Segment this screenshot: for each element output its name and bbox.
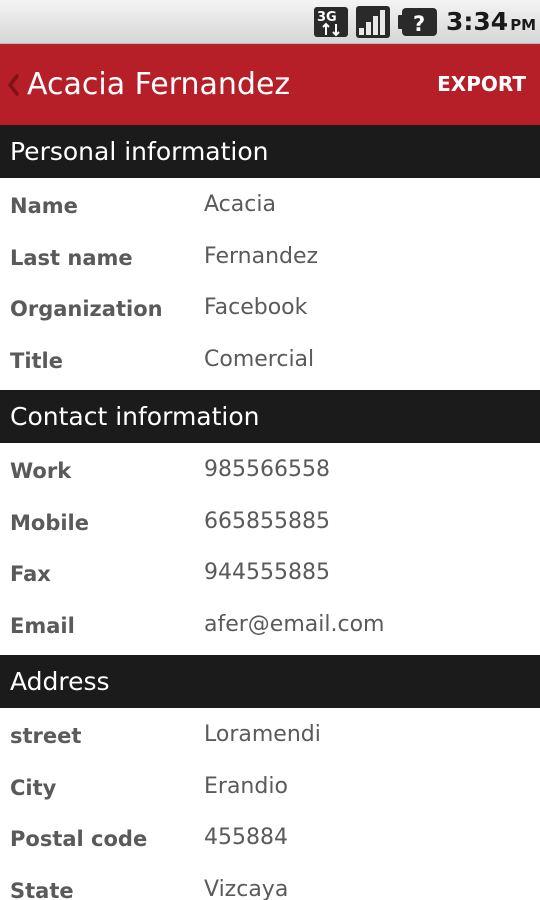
section-header-contact: Contact information [0,390,540,443]
field-value: 455884 [204,825,288,850]
field-row-postal-code: Postal code 455884 [0,814,540,866]
field-label: street [10,724,82,748]
field-row-state: State Vizcaya [0,866,540,900]
field-row-street: street Loramendi [0,711,540,763]
status-bar: 3G ? 3:34 PM [0,0,540,44]
field-label: Postal code [10,827,148,851]
section-header-address: Address [0,655,540,708]
field-row-title: Title Comercial [0,336,540,388]
field-label: City [10,775,57,800]
field-value: Acacia [204,192,276,217]
field-value[interactable]: afer@email.com [204,599,384,650]
field-value[interactable]: 944555885 [204,547,330,598]
field-label: Title [10,348,64,373]
field-row-email[interactable]: Email afer@email.com [0,601,540,653]
page-title: Acacia Fernandez [27,67,291,102]
contact-fields: Work 985566558 Mobile 665855885 Fax 9445… [0,443,540,655]
field-label: Fax [10,562,51,586]
chevron-left-icon[interactable] [6,74,20,96]
field-row-organization: Organization Facebook [0,284,540,336]
field-row-last-name: Last name Fernandez [0,233,540,285]
signal-strength-icon [356,6,390,38]
field-value: Loramendi [204,722,321,747]
field-label: Name [10,194,78,218]
field-row-name: Name Acacia [0,181,540,233]
field-row-mobile[interactable]: Mobile 665855885 [0,498,540,550]
battery-unknown-icon: ? [398,8,437,36]
field-value[interactable]: 665855885 [204,496,330,547]
contact-detail: Personal information Name Acacia Last na… [0,125,540,900]
field-row-work[interactable]: Work 985566558 [0,446,540,498]
screen: 3G ? 3:34 PM Acacia Fernandez EXPORT Pers [0,0,540,900]
field-label: Last name [10,245,133,270]
field-label: Mobile [10,510,89,535]
field-value: Comercial [204,346,315,372]
svg-text:?: ? [413,12,425,36]
field-label: Organization [10,297,163,321]
export-button[interactable]: EXPORT [437,44,526,125]
3g-data-icon: 3G [314,7,348,37]
field-value: Vizcaya [204,876,289,900]
field-label: Email [10,613,75,638]
field-value: Fernandez [204,243,319,269]
field-label: Work [10,459,72,483]
field-label: State [10,878,74,900]
personal-fields: Name Acacia Last name Fernandez Organiza… [0,178,540,390]
svg-text:3G: 3G [317,10,337,25]
field-row-fax[interactable]: Fax 944555885 [0,549,540,601]
field-value: Erandio [204,773,288,799]
clock-ampm: PM [510,16,537,34]
app-header: Acacia Fernandez EXPORT [0,44,540,125]
address-fields: street Loramendi City Erandio Postal cod… [0,708,540,900]
section-header-personal: Personal information [0,125,540,178]
clock-time: 3:34 [446,7,509,36]
status-clock: 3:34 PM [446,6,536,38]
field-row-city: City Erandio [0,763,540,815]
field-value[interactable]: 985566558 [204,444,330,495]
field-value: Facebook [204,295,308,320]
